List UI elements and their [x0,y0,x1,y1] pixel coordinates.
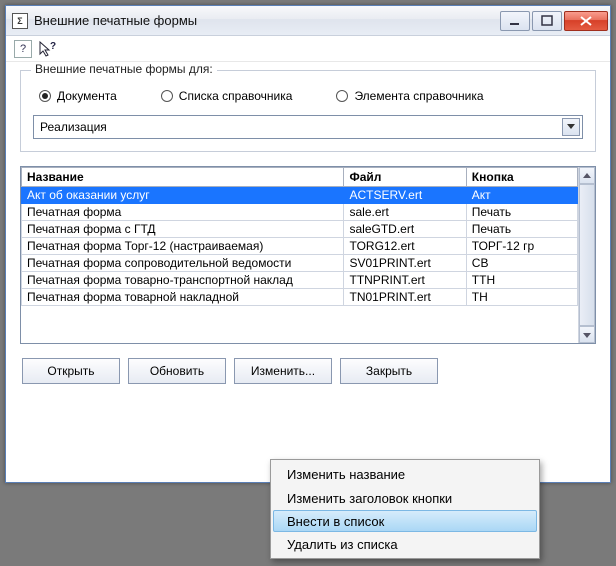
radio-label: Элемента справочника [354,89,483,103]
refresh-button[interactable]: Обновить [128,358,226,384]
radio-list[interactable]: Списка справочника [161,89,293,103]
table-row[interactable]: Печатная форма с ГТДsaleGTD.ertПечать [22,221,578,238]
table-cell: ТТН [466,272,577,289]
table-cell: saleGTD.ert [344,221,466,238]
help-icon[interactable]: ? [14,40,32,58]
table-cell: TN01PRINT.ert [344,289,466,306]
col-name[interactable]: Название [22,168,344,187]
whats-this-icon[interactable]: ? [38,40,56,58]
table-cell: Печатная форма [22,204,344,221]
table-row[interactable]: Печатная форма товарно-транспортной накл… [22,272,578,289]
radio-dot-icon [336,90,348,102]
scroll-thumb[interactable] [579,184,595,326]
titlebar[interactable]: Σ Внешние печатные формы [6,6,610,36]
table-header-row: Название Файл Кнопка [22,168,578,187]
forms-table[interactable]: Название Файл Кнопка Акт об оказании усл… [21,167,578,306]
table-cell: Печать [466,221,577,238]
toolbar: ? ? [6,36,610,62]
radio-dot-icon [39,90,51,102]
app-icon: Σ [12,13,28,29]
table-cell: Печатная форма товарно-транспортной накл… [22,272,344,289]
table-cell: Акт [466,187,577,204]
col-file[interactable]: Файл [344,168,466,187]
table-cell: TORG12.ert [344,238,466,255]
radio-group: Документа Списка справочника Элемента сп… [33,89,583,103]
forms-table-inner: Название Файл Кнопка Акт об оказании усл… [21,167,578,343]
table-cell: sale.ert [344,204,466,221]
table-cell: ТОРГ-12 гр [466,238,577,255]
radio-element[interactable]: Элемента справочника [336,89,483,103]
groupbox-legend: Внешние печатные формы для: [31,62,217,76]
table-row[interactable]: Печатная формаsale.ertПечать [22,204,578,221]
radio-label: Списка справочника [179,89,293,103]
menu-item[interactable]: Внести в список [273,510,537,532]
radio-label: Документа [57,89,117,103]
button-row: Открыть Обновить Изменить... Закрыть [20,358,596,384]
forms-table-wrap: Название Файл Кнопка Акт об оказании усл… [20,166,596,344]
content: Внешние печатные формы для: Документа Сп… [6,62,610,396]
col-button[interactable]: Кнопка [466,168,577,187]
combo-dropdown-button[interactable] [562,118,580,136]
table-cell: Печатная форма с ГТД [22,221,344,238]
table-cell: Печатная форма сопроводительной ведомост… [22,255,344,272]
table-cell: СВ [466,255,577,272]
menu-item[interactable]: Изменить название [273,462,537,486]
window: Σ Внешние печатные формы ? ? Внешние печ… [5,5,611,483]
menu-item[interactable]: Изменить заголовок кнопки [273,486,537,510]
table-cell: Печать [466,204,577,221]
open-button[interactable]: Открыть [22,358,120,384]
table-row[interactable]: Печатная форма Торг-12 (настраиваемая)TO… [22,238,578,255]
scroll-down-icon[interactable] [579,326,595,343]
maximize-button[interactable] [532,11,562,31]
table-cell: Печатная форма Торг-12 (настраиваемая) [22,238,344,255]
table-row[interactable]: Печатная форма сопроводительной ведомост… [22,255,578,272]
svg-text:?: ? [50,41,56,52]
table-cell: Печатная форма товарной накладной [22,289,344,306]
table-cell: ТН [466,289,577,306]
context-menu: Изменить названиеИзменить заголовок кноп… [270,459,540,559]
window-title: Внешние печатные формы [34,13,498,28]
radio-document[interactable]: Документа [39,89,117,103]
window-controls [498,11,608,31]
combo-value: Реализация [40,120,562,134]
vertical-scrollbar[interactable] [578,167,595,343]
close-button[interactable] [564,11,608,31]
filter-groupbox: Внешние печатные формы для: Документа Сп… [20,70,596,152]
close-window-button[interactable]: Закрыть [340,358,438,384]
table-row[interactable]: Акт об оказании услугACTSERV.ertАкт [22,187,578,204]
type-combo[interactable]: Реализация [33,115,583,139]
scroll-up-icon[interactable] [579,167,595,184]
table-cell: SV01PRINT.ert [344,255,466,272]
change-button[interactable]: Изменить... [234,358,332,384]
menu-item[interactable]: Удалить из списка [273,532,537,556]
table-cell: ACTSERV.ert [344,187,466,204]
radio-dot-icon [161,90,173,102]
table-row[interactable]: Печатная форма товарной накладнойTN01PRI… [22,289,578,306]
minimize-button[interactable] [500,11,530,31]
table-cell: Акт об оказании услуг [22,187,344,204]
table-cell: TTNPRINT.ert [344,272,466,289]
